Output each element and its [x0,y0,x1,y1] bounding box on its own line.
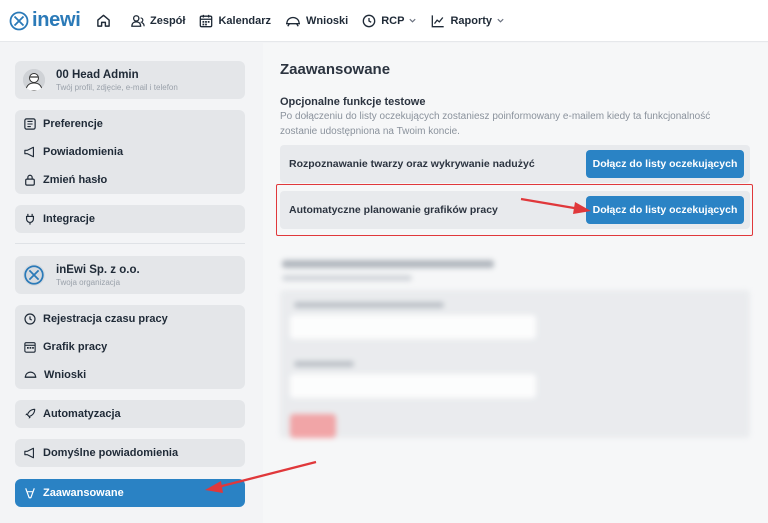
sidebar-item-zmien-haslo[interactable]: Zmień hasło [15,166,245,194]
feature-row: Automatyczne planowanie grafików pracy D… [280,191,750,229]
home-icon [97,14,110,27]
logo-text: inewi [32,9,81,31]
nav-wnioski[interactable]: Wnioski [285,0,348,42]
sidebar-item-powiadomienia[interactable]: Powiadomienia [15,138,245,166]
automation-menu: Automatyzacja [15,400,245,428]
blurred-label [294,361,354,367]
sidebar-item-label: Automatyzacja [43,408,121,420]
default-notifications-menu: Domyślne powiadomienia [15,439,245,467]
sidebar-item-zaawansowane[interactable]: Zaawansowane [15,479,245,507]
sun-lounger-icon [24,371,37,378]
megaphone-icon [24,146,34,158]
profile-card[interactable]: 00 Head Admin Twój profil, zdjęcie, e-ma… [15,61,245,99]
feature-label: Automatyczne planowanie grafików pracy [289,204,498,216]
rocket-icon [25,408,36,419]
nav-wnioski-label: Wnioski [306,14,349,27]
integrations-menu: Integracje [15,205,245,233]
settings-sidebar: 00 Head Admin Twój profil, zdjęcie, e-ma… [0,43,262,523]
chevron-down-icon [497,18,504,23]
team-icon [131,14,145,27]
main-content: Zaawansowane Opcjonalne funkcje testowe … [263,43,768,523]
org-name: inEwi Sp. z o.o. [56,263,140,276]
section-description: Po dołączeniu do listy oczekujących zost… [280,111,711,137]
feature-row: Rozpoznawanie twarzy oraz wykrywanie nad… [280,145,750,183]
sidebar-item-label: Preferencje [43,118,103,130]
blurred-button [290,414,336,438]
sidebar-item-label: Zmień hasło [43,174,108,186]
page-title: Zaawansowane [280,61,391,78]
blurred-select [290,315,536,339]
sidebar-item-label: Grafik pracy [43,341,108,353]
sliders-icon [24,118,36,130]
calendar-icon [200,14,213,27]
sidebar-item-preferencje[interactable]: Preferencje [15,110,245,138]
logo[interactable]: inewi [9,9,87,32]
inewi-logo-icon [9,11,29,30]
avatar [23,69,45,91]
blurred-title [282,260,494,268]
clock-icon [24,313,36,325]
chevron-down-icon [409,18,417,23]
sidebar-item-label: Domyślne powiadomienia [43,447,179,459]
nav-rcp[interactable]: RCP [362,0,417,42]
personal-menu: Preferencje Powiadomienia Zmień hasło [15,110,245,194]
sidebar-item-label: Powiadomienia [43,146,124,158]
section-title: Opcjonalne funkcje testowe [280,96,426,108]
lock-icon [25,174,35,186]
blurred-section [280,256,750,438]
organization-menu: Rejestracja czasu pracy Grafik pracy Wni… [15,305,245,389]
nav-zespol-label: Zespół [150,14,186,27]
sidebar-item-automatyzacja[interactable]: Automatyzacja [15,400,245,428]
blurred-date-input [290,374,536,398]
organization-card[interactable]: inEwi Sp. z o.o. Twoja organizacja [15,256,245,294]
nav-zespol[interactable]: Zespół [131,0,185,42]
blurred-subtitle [282,275,412,281]
profile-subtitle: Twój profil, zdjęcie, e-mail i telefon [56,82,178,92]
org-avatar [23,264,45,286]
calendar-icon [24,342,36,353]
sidebar-item-label: Zaawansowane [43,487,124,499]
sun-lounger-icon [286,16,301,27]
join-waitlist-button[interactable]: Dołącz do listy oczekujących [586,196,744,224]
nav-home[interactable] [96,0,116,42]
inewi-logo-icon [24,265,44,285]
chart-icon [432,14,445,27]
org-subtitle: Twoja organizacja [56,277,121,287]
nav-rcp-label: RCP [381,14,405,27]
user-avatar-icon [23,69,45,91]
sidebar-item-label: Integracje [43,213,95,225]
nav-raporty[interactable]: Raporty [431,0,505,42]
top-navbar: inewi Zespół Kalendarz Wnioski RCP Rapor… [0,0,768,42]
sidebar-item-label: Rejestracja czasu pracy [43,313,168,325]
sidebar-item-wnioski[interactable]: Wnioski [15,361,245,389]
blurred-label [294,302,444,308]
feature-label: Rozpoznawanie twarzy oraz wykrywanie nad… [289,158,535,170]
sidebar-item-grafik[interactable]: Grafik pracy [15,333,245,361]
profile-name: 00 Head Admin [56,68,139,81]
nav-raporty-label: Raporty [450,14,492,27]
nav-kalendarz[interactable]: Kalendarz [199,0,271,42]
join-waitlist-button[interactable]: Dołącz do listy oczekujących [586,150,744,178]
blurred-panel [280,290,750,438]
sidebar-item-rejestracja[interactable]: Rejestracja czasu pracy [15,305,245,333]
sidebar-item-domyslne-powiadomienia[interactable]: Domyślne powiadomienia [15,439,245,467]
plug-icon [25,213,35,225]
sidebar-divider [15,243,245,244]
clock-icon [362,14,376,27]
sidebar-item-integracje[interactable]: Integracje [15,205,245,233]
flask-icon [25,488,35,499]
nav-kalendarz-label: Kalendarz [218,14,272,27]
advanced-menu: Zaawansowane [15,479,245,507]
sidebar-item-label: Wnioski [44,369,87,381]
megaphone-icon [24,447,34,459]
